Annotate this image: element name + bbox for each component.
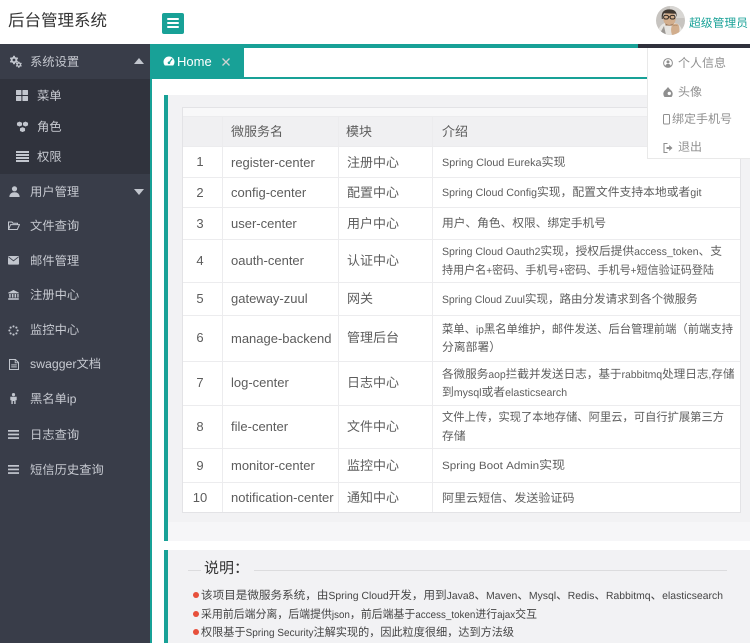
svg-text:log-center: log-center (231, 375, 289, 390)
svg-text:5: 5 (196, 291, 203, 306)
svg-text:register-center: register-center (231, 155, 315, 170)
svg-text:file-center: file-center (231, 419, 289, 434)
svg-text:monitor-center: monitor-center (231, 458, 315, 473)
svg-text:7: 7 (196, 375, 203, 390)
svg-text:gateway-zuul: gateway-zuul (231, 291, 308, 306)
svg-text:8: 8 (196, 419, 203, 434)
svg-text:oauth-center: oauth-center (231, 253, 305, 268)
svg-text:Home: Home (177, 54, 212, 69)
svg-text:3: 3 (196, 216, 203, 231)
svg-text:manage-backend: manage-backend (231, 331, 331, 346)
svg-text:2: 2 (196, 185, 203, 200)
svg-text:6: 6 (196, 330, 203, 345)
svg-text:user-center: user-center (231, 216, 297, 231)
svg-text:notification-center: notification-center (231, 490, 334, 505)
svg-text:10: 10 (192, 490, 206, 505)
svg-text:1: 1 (196, 154, 203, 169)
svg-text:4: 4 (196, 253, 203, 268)
svg-text:9: 9 (196, 458, 203, 473)
svg-text:config-center: config-center (231, 185, 307, 200)
